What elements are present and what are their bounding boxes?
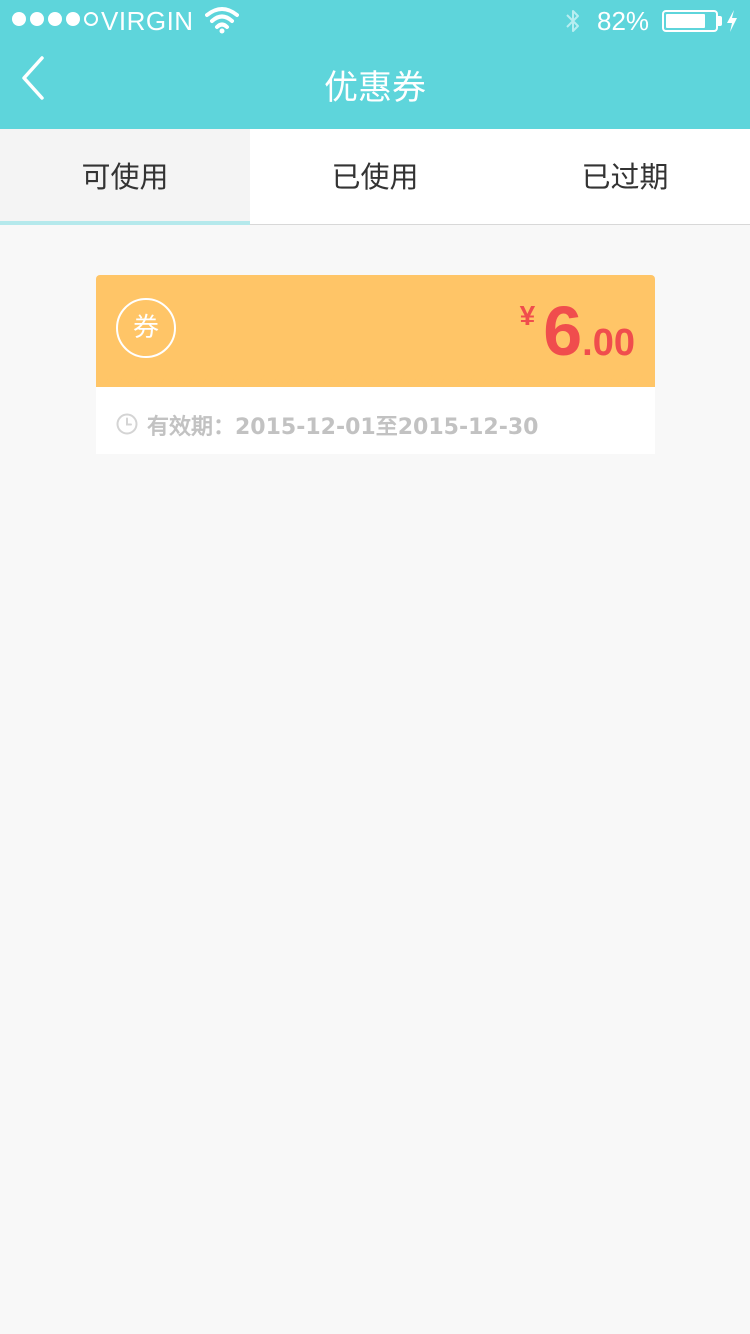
amount-decimal: .00 — [582, 322, 635, 364]
currency-symbol: ¥ — [519, 300, 536, 331]
amount-integer: 6 — [543, 292, 583, 370]
tab-available[interactable]: 可使用 — [0, 129, 250, 225]
charging-bolt-icon — [727, 10, 737, 32]
header: VIRGIN 82% 优惠券 — [0, 0, 750, 129]
coupon-header: 券 ¥ 6 .00 — [96, 275, 655, 387]
tab-bar: 可使用 已使用 已过期 — [0, 129, 750, 225]
coupon-validity: 有效期：2015-12-01至2015-12-30 — [147, 415, 539, 440]
signal-strength-icon — [12, 12, 98, 26]
page-title: 优惠券 — [324, 68, 426, 108]
coupon-footer: 有效期：2015-12-01至2015-12-30 — [96, 387, 655, 454]
clock-icon — [116, 413, 138, 435]
carrier-name: VIRGIN — [101, 6, 194, 36]
battery-icon — [662, 10, 718, 32]
wifi-icon — [205, 7, 239, 34]
tab-used[interactable]: 已使用 — [250, 129, 500, 224]
coupon-badge: 券 — [116, 298, 176, 358]
coupon-amount: ¥ 6 .00 — [520, 291, 635, 371]
bluetooth-icon — [566, 10, 579, 32]
battery-percent: 82% — [597, 6, 650, 36]
tab-expired[interactable]: 已过期 — [500, 129, 750, 224]
status-bar: VIRGIN 82% — [0, 0, 750, 40]
battery-tip — [718, 16, 722, 26]
coupon-card[interactable]: 券 ¥ 6 .00 有效期：2015-12-01至2015-12-30 — [96, 275, 655, 454]
